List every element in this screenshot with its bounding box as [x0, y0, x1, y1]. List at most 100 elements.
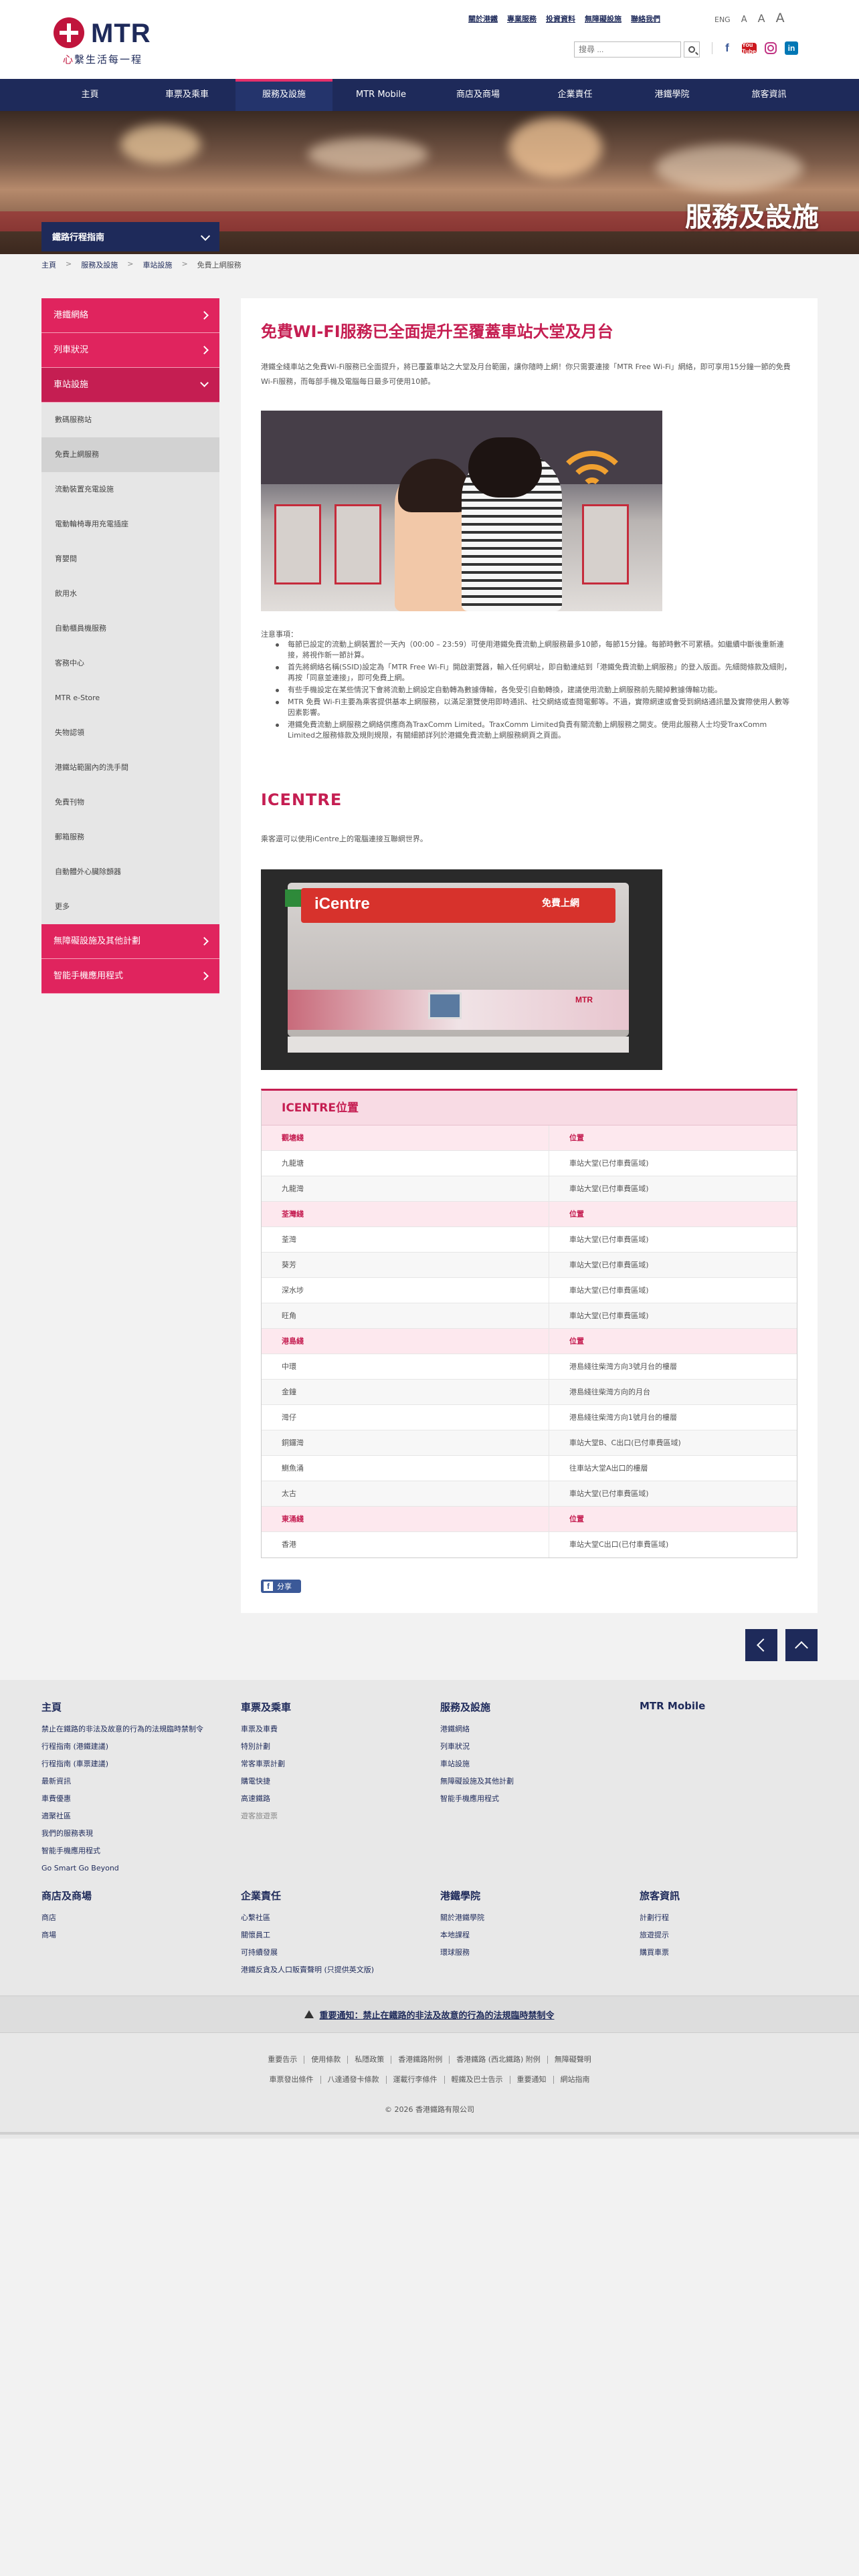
footer-link[interactable]: 最新資訊 — [41, 1773, 215, 1790]
footer-legal-link[interactable]: 重要告示 — [261, 2056, 305, 2064]
font-size-medium[interactable]: A — [758, 12, 765, 25]
footer-link[interactable]: 常客車票計劃 — [241, 1755, 415, 1773]
journey-planner-button[interactable]: 鐵路行程指南 — [41, 222, 219, 251]
nav-mtr-mobile[interactable]: MTR Mobile — [332, 79, 430, 111]
footer-legal-link[interactable]: 無障礙聲明 — [548, 2056, 598, 2064]
sidebar-sub-drinking-water[interactable]: 飲用水 — [41, 576, 219, 611]
breadcrumb-home[interactable]: 主頁 — [41, 259, 56, 270]
footer-link[interactable]: 車站設施 — [440, 1755, 614, 1773]
sidebar-sub-free-wifi[interactable]: 免費上網服務 — [41, 437, 219, 472]
youtube-icon[interactable]: You Tube — [742, 41, 757, 55]
footer-legal-link[interactable]: 運載行李條件 — [387, 2076, 445, 2084]
sidebar-sub-charging[interactable]: 流動裝置充電設施 — [41, 472, 219, 507]
footer-link[interactable]: 關懷員工 — [241, 1927, 415, 1944]
nav-services[interactable]: 服務及設施 — [235, 79, 332, 111]
linkedin-icon[interactable]: in — [785, 41, 798, 55]
breadcrumb-station-facilities[interactable]: 車站設施 — [142, 259, 172, 270]
footer-legal-link[interactable]: 網站指南 — [554, 2076, 597, 2084]
nav-home[interactable]: 主頁 — [41, 79, 138, 111]
footer-column-title[interactable]: 主頁 — [41, 1700, 215, 1714]
nav-tickets[interactable]: 車票及乘車 — [138, 79, 235, 111]
footer-link[interactable]: Go Smart Go Beyond — [41, 1860, 215, 1877]
footer-legal-link[interactable]: 香港鐵路 (西北鐵路) 附例 — [450, 2056, 548, 2064]
top-link-contact[interactable]: 聯絡我們 — [631, 13, 660, 24]
footer-legal-link[interactable]: 香港鐵路附例 — [391, 2056, 450, 2064]
footer-link[interactable]: 高速鐵路 — [241, 1790, 415, 1808]
footer-link[interactable]: 心繫社區 — [241, 1909, 415, 1927]
footer-legal-link[interactable]: 車票發出條件 — [263, 2076, 321, 2084]
sidebar-sub-postbox[interactable]: 郵箱服務 — [41, 820, 219, 855]
important-notice-bar[interactable]: 重要通知：禁止在鐵路的非法及故意的行為的法規臨時禁制令 — [0, 1996, 859, 2033]
footer-link[interactable]: 適聚社區 — [41, 1808, 215, 1825]
footer-column-title[interactable]: MTR Mobile — [640, 1700, 814, 1712]
footer-column-title[interactable]: 服務及設施 — [440, 1700, 614, 1714]
footer-link[interactable]: 我們的服務表現 — [41, 1825, 215, 1842]
footer-link[interactable]: 行程指南 (港鐵建議) — [41, 1738, 215, 1755]
footer-link[interactable]: 計劃行程 — [640, 1909, 814, 1927]
sidebar-item-apps[interactable]: 智能手機應用程式 — [41, 959, 219, 994]
sidebar-sub-wheelchair-charging[interactable]: 電動輪椅專用充電插座 — [41, 507, 219, 542]
sidebar-sub-aed[interactable]: 自動體外心臟除顫器 — [41, 855, 219, 889]
top-link-accessibility[interactable]: 無障礙設施 — [585, 13, 622, 24]
facebook-share-button[interactable]: f 分享 — [261, 1580, 301, 1593]
footer-legal-link[interactable]: 重要通知 — [510, 2076, 554, 2084]
footer-link[interactable]: 購電快捷 — [241, 1773, 415, 1790]
top-link-business[interactable]: 專業服務 — [507, 13, 537, 24]
footer-link[interactable]: 關於港鐵學院 — [440, 1909, 614, 1927]
footer-column-title[interactable]: 港鐵學院 — [440, 1889, 614, 1903]
footer-link[interactable]: 無障礙設施及其他計劃 — [440, 1773, 614, 1790]
footer-link[interactable]: 商店 — [41, 1909, 215, 1927]
sidebar-item-network[interactable]: 港鐵網絡 — [41, 298, 219, 333]
breadcrumb-services[interactable]: 服務及設施 — [81, 259, 118, 270]
footer-link[interactable]: 港鐵網絡 — [440, 1721, 614, 1738]
footer-link[interactable]: 購買車票 — [640, 1944, 814, 1961]
sidebar-sub-publications[interactable]: 免費刊物 — [41, 785, 219, 820]
footer-legal-link[interactable]: 私隱政策 — [348, 2056, 392, 2064]
search-input[interactable] — [574, 41, 681, 58]
lang-eng-link[interactable]: ENG — [714, 15, 731, 24]
footer-link[interactable]: 可持續發展 — [241, 1944, 415, 1961]
top-link-investor[interactable]: 投資資料 — [546, 13, 575, 24]
footer-link[interactable]: 遊客旅遊票 — [241, 1808, 415, 1825]
mtr-logo[interactable]: MTR 心繫生活每一程 — [54, 17, 161, 68]
sidebar-item-station-facilities[interactable]: 車站設施 — [41, 368, 219, 403]
footer-link[interactable]: 行程指南 (車票建議) — [41, 1755, 215, 1773]
footer-link[interactable]: 商場 — [41, 1927, 215, 1944]
sidebar-sub-digital-kiosk[interactable]: 數碼服務站 — [41, 403, 219, 437]
facebook-icon[interactable]: f — [721, 41, 734, 55]
previous-page-button[interactable] — [745, 1629, 777, 1661]
footer-column-title[interactable]: 旅客資訊 — [640, 1889, 814, 1903]
sidebar-sub-customer-centre[interactable]: 客務中心 — [41, 646, 219, 681]
footer-link[interactable]: 港鐵反貪及人口販賣聲明 (只提供英文版) — [241, 1961, 415, 1979]
back-to-top-button[interactable] — [785, 1629, 818, 1661]
footer-column-title[interactable]: 企業責任 — [241, 1889, 415, 1903]
footer-link[interactable]: 特別計劃 — [241, 1738, 415, 1755]
nav-academy[interactable]: 港鐵學院 — [624, 79, 721, 111]
sidebar-sub-atm[interactable]: 自動櫃員機服務 — [41, 611, 219, 646]
sidebar-sub-more[interactable]: 更多 — [41, 889, 219, 924]
footer-link[interactable]: 旅遊提示 — [640, 1927, 814, 1944]
top-link-about[interactable]: 關於港鐵 — [468, 13, 498, 24]
footer-link[interactable]: 本地課程 — [440, 1927, 614, 1944]
nav-shops[interactable]: 商店及商場 — [430, 79, 527, 111]
font-size-large[interactable]: A — [776, 11, 785, 25]
footer-link[interactable]: 禁止在鐵路的非法及故意的行為的法規臨時禁制令 — [41, 1721, 215, 1738]
nav-visitors[interactable]: 旅客資訊 — [721, 79, 818, 111]
footer-legal-link[interactable]: 八達通發卡條款 — [321, 2076, 387, 2084]
instagram-icon[interactable] — [765, 42, 777, 54]
footer-legal-link[interactable]: 使用條款 — [304, 2056, 349, 2064]
footer-link[interactable]: 環球服務 — [440, 1944, 614, 1961]
sidebar-item-train-status[interactable]: 列車狀況 — [41, 333, 219, 368]
footer-column-title[interactable]: 車票及乘車 — [241, 1700, 415, 1714]
search-button[interactable] — [684, 41, 700, 58]
sidebar-item-accessibility[interactable]: 無障礙設施及其他計劃 — [41, 924, 219, 959]
sidebar-sub-estore[interactable]: MTR e-Store — [41, 681, 219, 716]
notice-link[interactable]: 重要通知：禁止在鐵路的非法及故意的行為的法規臨時禁制令 — [319, 2008, 554, 2021]
footer-link[interactable]: 車費優惠 — [41, 1790, 215, 1808]
sidebar-sub-toilets[interactable]: 港鐵站範圍內的洗手間 — [41, 750, 219, 785]
footer-link[interactable]: 列車狀況 — [440, 1738, 614, 1755]
sidebar-sub-lost-found[interactable]: 失物認領 — [41, 716, 219, 750]
footer-legal-link[interactable]: 輕鐵及巴士告示 — [445, 2076, 510, 2084]
footer-link[interactable]: 車票及車費 — [241, 1721, 415, 1738]
nav-corporate[interactable]: 企業責任 — [527, 79, 624, 111]
